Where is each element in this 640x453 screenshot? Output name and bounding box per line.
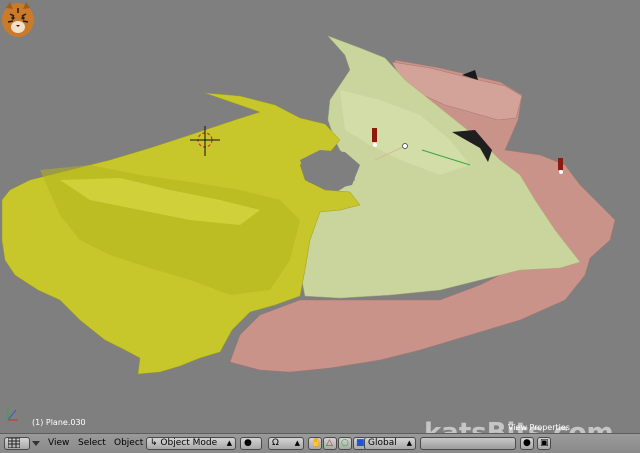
orientation-select[interactable]: Global ▲ <box>364 437 416 450</box>
manipulator-hand-button[interactable]: ✋ <box>308 437 322 450</box>
lock-icon: ● <box>523 438 531 448</box>
camera-marker-2[interactable] <box>558 158 563 170</box>
mesh-scene <box>1 35 616 421</box>
editor-type-button[interactable] <box>4 437 30 450</box>
manipulator-translate-button[interactable]: △ <box>323 437 337 450</box>
tiger-logo <box>2 2 34 37</box>
chevron-down-icon: ▲ <box>406 439 412 447</box>
render-icon: ▣ <box>540 438 549 448</box>
mode-select[interactable]: ↳ Object Mode ▲ <box>146 437 236 450</box>
axes-icon <box>7 408 18 421</box>
shading-icon: ● <box>244 438 252 448</box>
viewport-header: View Select Object ↳ Object Mode ▲ ● Ω ▲ … <box>0 433 640 453</box>
hand-icon: ✋ <box>311 438 322 448</box>
camera-dot-1 <box>373 143 377 147</box>
3d-viewport[interactable]: (1) Plane.030 katsBits.com View Properti… <box>0 0 640 433</box>
triangle-icon: △ <box>326 438 333 448</box>
layer-buttons[interactable] <box>420 437 516 450</box>
grid-icon <box>7 438 21 449</box>
render-button[interactable]: ▣ <box>537 437 551 450</box>
chevron-down-icon: ▲ <box>226 439 232 447</box>
circle-icon: ○ <box>341 438 349 448</box>
chevron-down-icon: ▲ <box>294 439 300 447</box>
camera-marker-1[interactable] <box>372 128 377 142</box>
mode-icon: ↳ <box>150 438 158 448</box>
snap-toggle[interactable]: Ω ▲ <box>268 437 304 450</box>
orientation-label: Global <box>368 438 397 448</box>
menu-select[interactable]: Select <box>78 438 106 449</box>
lock-layer-button[interactable]: ● <box>520 437 534 450</box>
camera-dot-2 <box>559 170 563 174</box>
light-dot <box>402 143 408 149</box>
manipulator-rotate-button[interactable]: ○ <box>338 437 352 450</box>
collapse-menu-triangle[interactable] <box>32 441 40 446</box>
object-name-label: (1) Plane.030 <box>32 418 86 427</box>
mode-label: Object Mode <box>160 438 218 448</box>
menu-view[interactable]: View <box>48 438 69 449</box>
draw-type-select[interactable]: ● <box>240 437 262 450</box>
menu-object[interactable]: Object <box>114 438 143 449</box>
magnet-icon: Ω <box>272 438 279 448</box>
view-properties-label: View Properties <box>508 423 570 432</box>
